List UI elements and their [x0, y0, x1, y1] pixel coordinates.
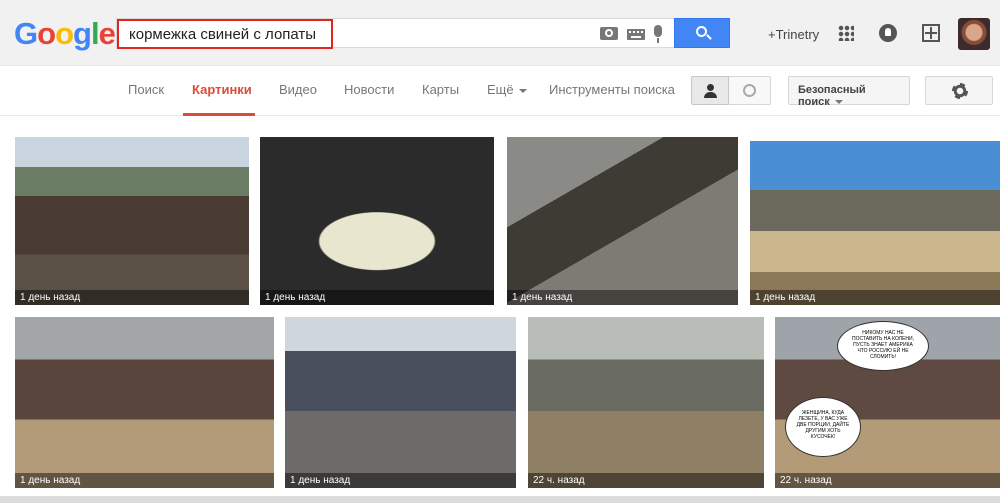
global-results-button[interactable] [729, 76, 771, 105]
microphone-icon[interactable] [654, 25, 662, 43]
comic-speech-bubble: ЖЕНЩИНА, КУДА ЛЕЗЕТЕ, У ВАС УЖЕ ДВЕ ПОРЦ… [785, 397, 861, 457]
tab-more-label: Ещё [487, 82, 514, 97]
horizontal-scrollbar[interactable] [0, 496, 1000, 503]
personal-results-button[interactable] [691, 76, 729, 105]
image-result[interactable]: 1 день назад [507, 137, 738, 305]
notifications-bell-icon[interactable] [879, 24, 897, 42]
tab-video[interactable]: Видео [279, 82, 317, 97]
tab-more[interactable]: Ещё [487, 82, 527, 97]
chevron-down-icon [518, 88, 527, 93]
apps-grid-icon[interactable] [838, 25, 854, 41]
safe-search-dropdown[interactable]: Безопасный поиск [788, 76, 910, 108]
tab-news[interactable]: Новости [344, 82, 394, 97]
image-age-caption: 22 ч. назад [775, 473, 1000, 488]
image-age-caption: 1 день назад [285, 473, 516, 488]
image-result[interactable]: 1 день назад [260, 137, 494, 305]
globe-icon [743, 84, 756, 97]
image-age-caption: 1 день назад [260, 290, 494, 305]
camera-icon[interactable] [600, 27, 618, 40]
image-age-caption: 1 день назад [15, 473, 274, 488]
tab-maps[interactable]: Карты [422, 82, 459, 97]
image-age-caption: 1 день назад [15, 290, 249, 305]
safe-search-label: Безопасный поиск [798, 84, 866, 108]
image-age-caption: 1 день назад [750, 290, 1000, 305]
avatar[interactable] [958, 18, 990, 50]
plus-user-link[interactable]: +Trinetry [768, 27, 819, 42]
image-age-caption: 1 день назад [507, 290, 738, 305]
keyboard-icon[interactable] [627, 29, 645, 40]
top-header: Google +Trinetry [0, 0, 1000, 66]
share-plus-icon[interactable] [922, 24, 940, 42]
google-logo[interactable]: Google [14, 18, 116, 49]
person-icon [707, 84, 714, 91]
gear-icon [952, 83, 968, 99]
search-box [116, 18, 674, 49]
image-result[interactable]: 1 день назад [15, 137, 249, 305]
tab-images[interactable]: Картинки [192, 82, 252, 97]
image-result[interactable]: 1 день назад [285, 317, 516, 488]
comic-speech-bubble: НИКОМУ НАС НЕ ПОСТАВИТЬ НА КОЛЕНИ, ПУСТЬ… [837, 321, 929, 371]
tab-search[interactable]: Поиск [128, 82, 164, 97]
search-button[interactable] [674, 18, 730, 48]
active-tab-indicator [183, 113, 255, 116]
image-age-caption: 22 ч. назад [528, 473, 764, 488]
image-result[interactable]: 1 день назад [750, 141, 1000, 305]
settings-button[interactable] [925, 76, 993, 105]
search-input[interactable] [117, 19, 333, 49]
chevron-down-icon [834, 100, 843, 105]
tab-search-tools[interactable]: Инструменты поиска [549, 82, 675, 97]
image-result[interactable]: 22 ч. назад [528, 317, 764, 488]
image-result[interactable]: НИКОМУ НАС НЕ ПОСТАВИТЬ НА КОЛЕНИ, ПУСТЬ… [775, 317, 1000, 488]
image-result[interactable]: 1 день назад [15, 317, 274, 488]
search-tabs-bar: Поиск Картинки Видео Новости Карты Ещё И… [0, 66, 1000, 116]
